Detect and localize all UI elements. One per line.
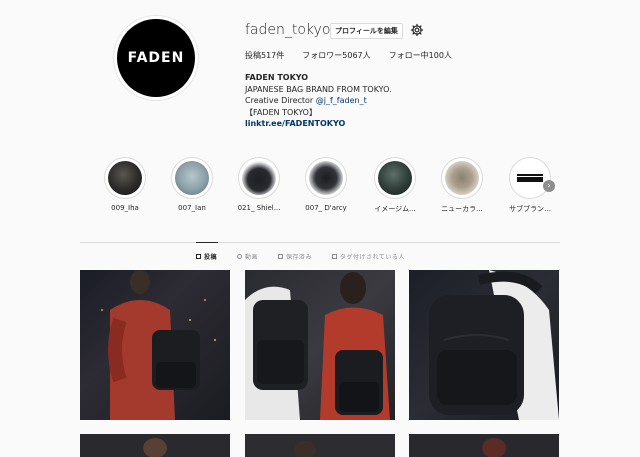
video-icon: [237, 254, 243, 259]
highlight-label: 007_Ian: [178, 204, 206, 212]
highlight-cover-image: [445, 161, 479, 195]
highlight-item[interactable]: ニューカラ...: [434, 157, 490, 214]
post-thumbnail[interactable]: [409, 270, 559, 420]
highlight-ring: [104, 157, 146, 199]
gear-icon[interactable]: [410, 23, 424, 37]
highlight-label: イメージム...: [374, 205, 416, 213]
highlight-cover-image: [108, 161, 142, 195]
highlight-label: 009_Iha: [111, 204, 139, 212]
bio-name: FADEN TOKYO: [245, 73, 309, 82]
tab-videos[interactable]: 動画: [237, 252, 258, 261]
highlight-item[interactable]: 007_ D'arcy: [298, 157, 354, 212]
profile-tabs: 投稿 動画 保存済み タグ付けされている人: [196, 252, 405, 261]
tag-icon: [332, 254, 338, 259]
post-image: [429, 270, 559, 420]
highlight-cover-image: [309, 161, 343, 195]
tab-label: 動画: [245, 254, 259, 261]
post-thumbnail[interactable]: [80, 270, 230, 420]
tab-saved[interactable]: 保存済み: [278, 252, 312, 261]
cover-logo-bar: [517, 174, 543, 176]
bio-mention-link[interactable]: @j_f_faden_t: [316, 96, 367, 105]
tab-posts[interactable]: 投稿: [196, 252, 217, 261]
highlight-ring: [238, 157, 280, 199]
profile-avatar[interactable]: FADEN: [117, 19, 195, 97]
bio-line: 【FADEN TOKYO】: [245, 107, 317, 117]
post-image: [245, 272, 390, 420]
highlight-item[interactable]: 021_ Shiel...: [231, 157, 287, 212]
highlight-cover-image: [175, 161, 209, 195]
tab-label: タグ付けされている人: [340, 254, 405, 261]
post-thumbnail[interactable]: [245, 270, 395, 420]
post-thumbnail[interactable]: [80, 434, 230, 457]
username: faden_tokyo: [245, 22, 331, 38]
tab-label: 投稿: [204, 254, 218, 261]
post-image: [482, 438, 506, 457]
tab-tagged[interactable]: タグ付けされている人: [332, 252, 405, 261]
cover-logo-block: [517, 177, 543, 182]
highlight-ring: [509, 157, 551, 199]
highlight-cover-image: [513, 161, 547, 195]
profile-bio: FADEN TOKYO JAPANESE BAG BRAND FROM TOKY…: [245, 72, 392, 130]
post-image: [143, 438, 167, 457]
bio-line: JAPANESE BAG BRAND FROM TOKYO.: [245, 84, 392, 94]
highlight-item[interactable]: 009_Iha: [97, 157, 153, 212]
avatar-logo-text: FADEN: [127, 50, 185, 66]
highlight-label: 007_ D'arcy: [305, 204, 347, 212]
bio-external-link[interactable]: linktr.ee/FADENTOKYO: [245, 118, 392, 130]
highlight-item[interactable]: 007_Ian: [164, 157, 220, 212]
bookmark-icon: [278, 254, 284, 259]
tabs-divider: [80, 242, 560, 243]
highlight-label: サブブラン...: [509, 205, 551, 213]
post-image: [294, 441, 316, 457]
posts-count: 投稿517件: [245, 51, 285, 60]
chevron-right-icon[interactable]: ›: [543, 180, 555, 192]
highlight-ring: [171, 157, 213, 199]
highlight-ring: [305, 157, 347, 199]
highlight-label: ニューカラ...: [441, 205, 483, 213]
post-image: [101, 270, 216, 420]
active-tab-indicator: [196, 242, 218, 243]
highlight-label: 021_ Shiel...: [237, 204, 281, 212]
followers-count[interactable]: フォロワー5067人: [302, 50, 370, 61]
following-count[interactable]: フォロー中100人: [389, 50, 452, 61]
highlight-item[interactable]: イメージム...: [367, 157, 423, 214]
grid-icon: [196, 254, 201, 259]
highlight-ring: [441, 157, 483, 199]
tab-label: 保存済み: [286, 254, 313, 261]
post-thumbnail[interactable]: [245, 434, 395, 457]
bio-line-prefix: Creative Director: [245, 96, 316, 105]
highlight-cover-image: [242, 161, 276, 195]
bio-line: Creative Director @j_f_faden_t: [245, 95, 392, 107]
highlight-ring: [374, 157, 416, 199]
highlight-cover-image: [378, 161, 412, 195]
post-thumbnail[interactable]: [409, 434, 559, 457]
edit-profile-button[interactable]: プロフィールを編集: [330, 23, 403, 39]
profile-stats: 投稿517件 フォロワー5067人 フォロー中100人: [245, 50, 452, 61]
